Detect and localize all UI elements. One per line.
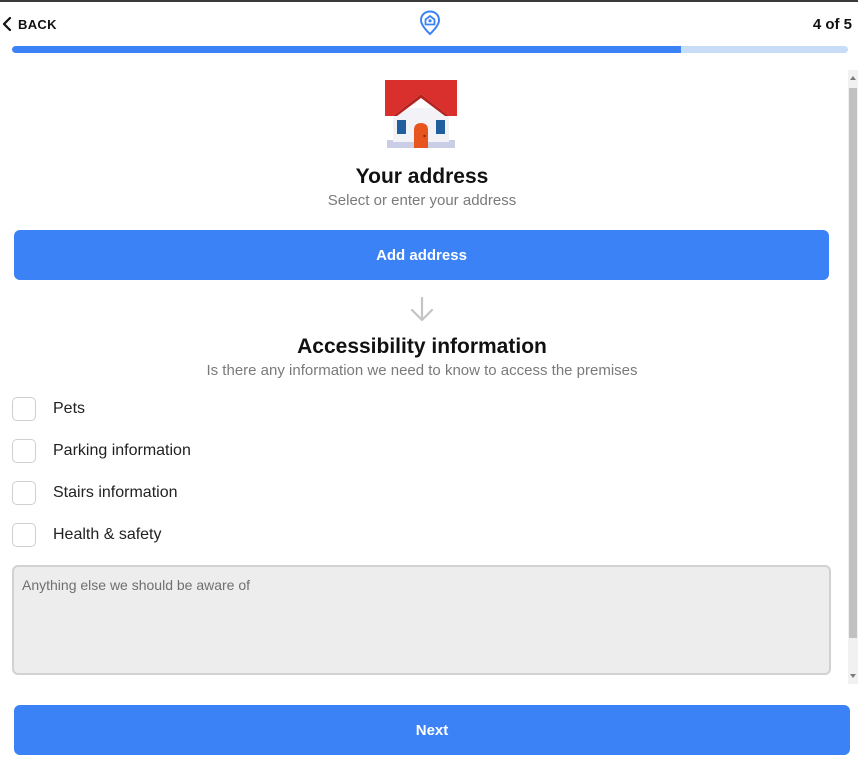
address-title: Your address: [355, 165, 489, 188]
pets-label: Pets: [53, 400, 86, 417]
location-pin-icon: [419, 10, 441, 36]
scroll-up-arrow[interactable]: [850, 76, 856, 80]
header: BACK 4 of 5: [0, 2, 858, 44]
add-address-button[interactable]: Add address: [14, 230, 829, 280]
health-safety-checkbox[interactable]: [12, 523, 36, 547]
notes-textarea[interactable]: [12, 565, 831, 675]
pets-checkbox[interactable]: [12, 397, 36, 421]
progress-bar: [12, 46, 848, 53]
step-indicator: 4 of 5: [812, 16, 852, 33]
checkbox-row-parking[interactable]: Parking information: [12, 438, 191, 464]
parking-checkbox[interactable]: [12, 439, 36, 463]
accessibility-title: Accessibility information: [297, 335, 547, 358]
stairs-checkbox[interactable]: [12, 481, 36, 505]
parking-label: Parking information: [53, 442, 191, 459]
next-button[interactable]: Next: [14, 705, 850, 755]
health-safety-label: Health & safety: [53, 526, 162, 543]
checkbox-row-health-safety[interactable]: Health & safety: [12, 522, 162, 548]
back-label: BACK: [18, 16, 57, 32]
scroll-down-arrow[interactable]: [850, 674, 856, 678]
checkbox-row-pets[interactable]: Pets: [12, 396, 85, 422]
progress-bar-fill: [12, 46, 681, 53]
back-button[interactable]: BACK: [2, 14, 57, 34]
scrollbar-thumb[interactable]: [849, 88, 857, 638]
checkbox-row-stairs[interactable]: Stairs information: [12, 480, 178, 506]
chevron-left-icon: [2, 17, 12, 31]
scrollbar[interactable]: [848, 70, 858, 684]
house-icon: [385, 80, 457, 148]
stairs-label: Stairs information: [53, 484, 178, 501]
accessibility-subtitle: Is there any information we need to know…: [206, 362, 638, 379]
arrow-down-icon: [410, 296, 434, 322]
address-subtitle: Select or enter your address: [327, 192, 517, 209]
